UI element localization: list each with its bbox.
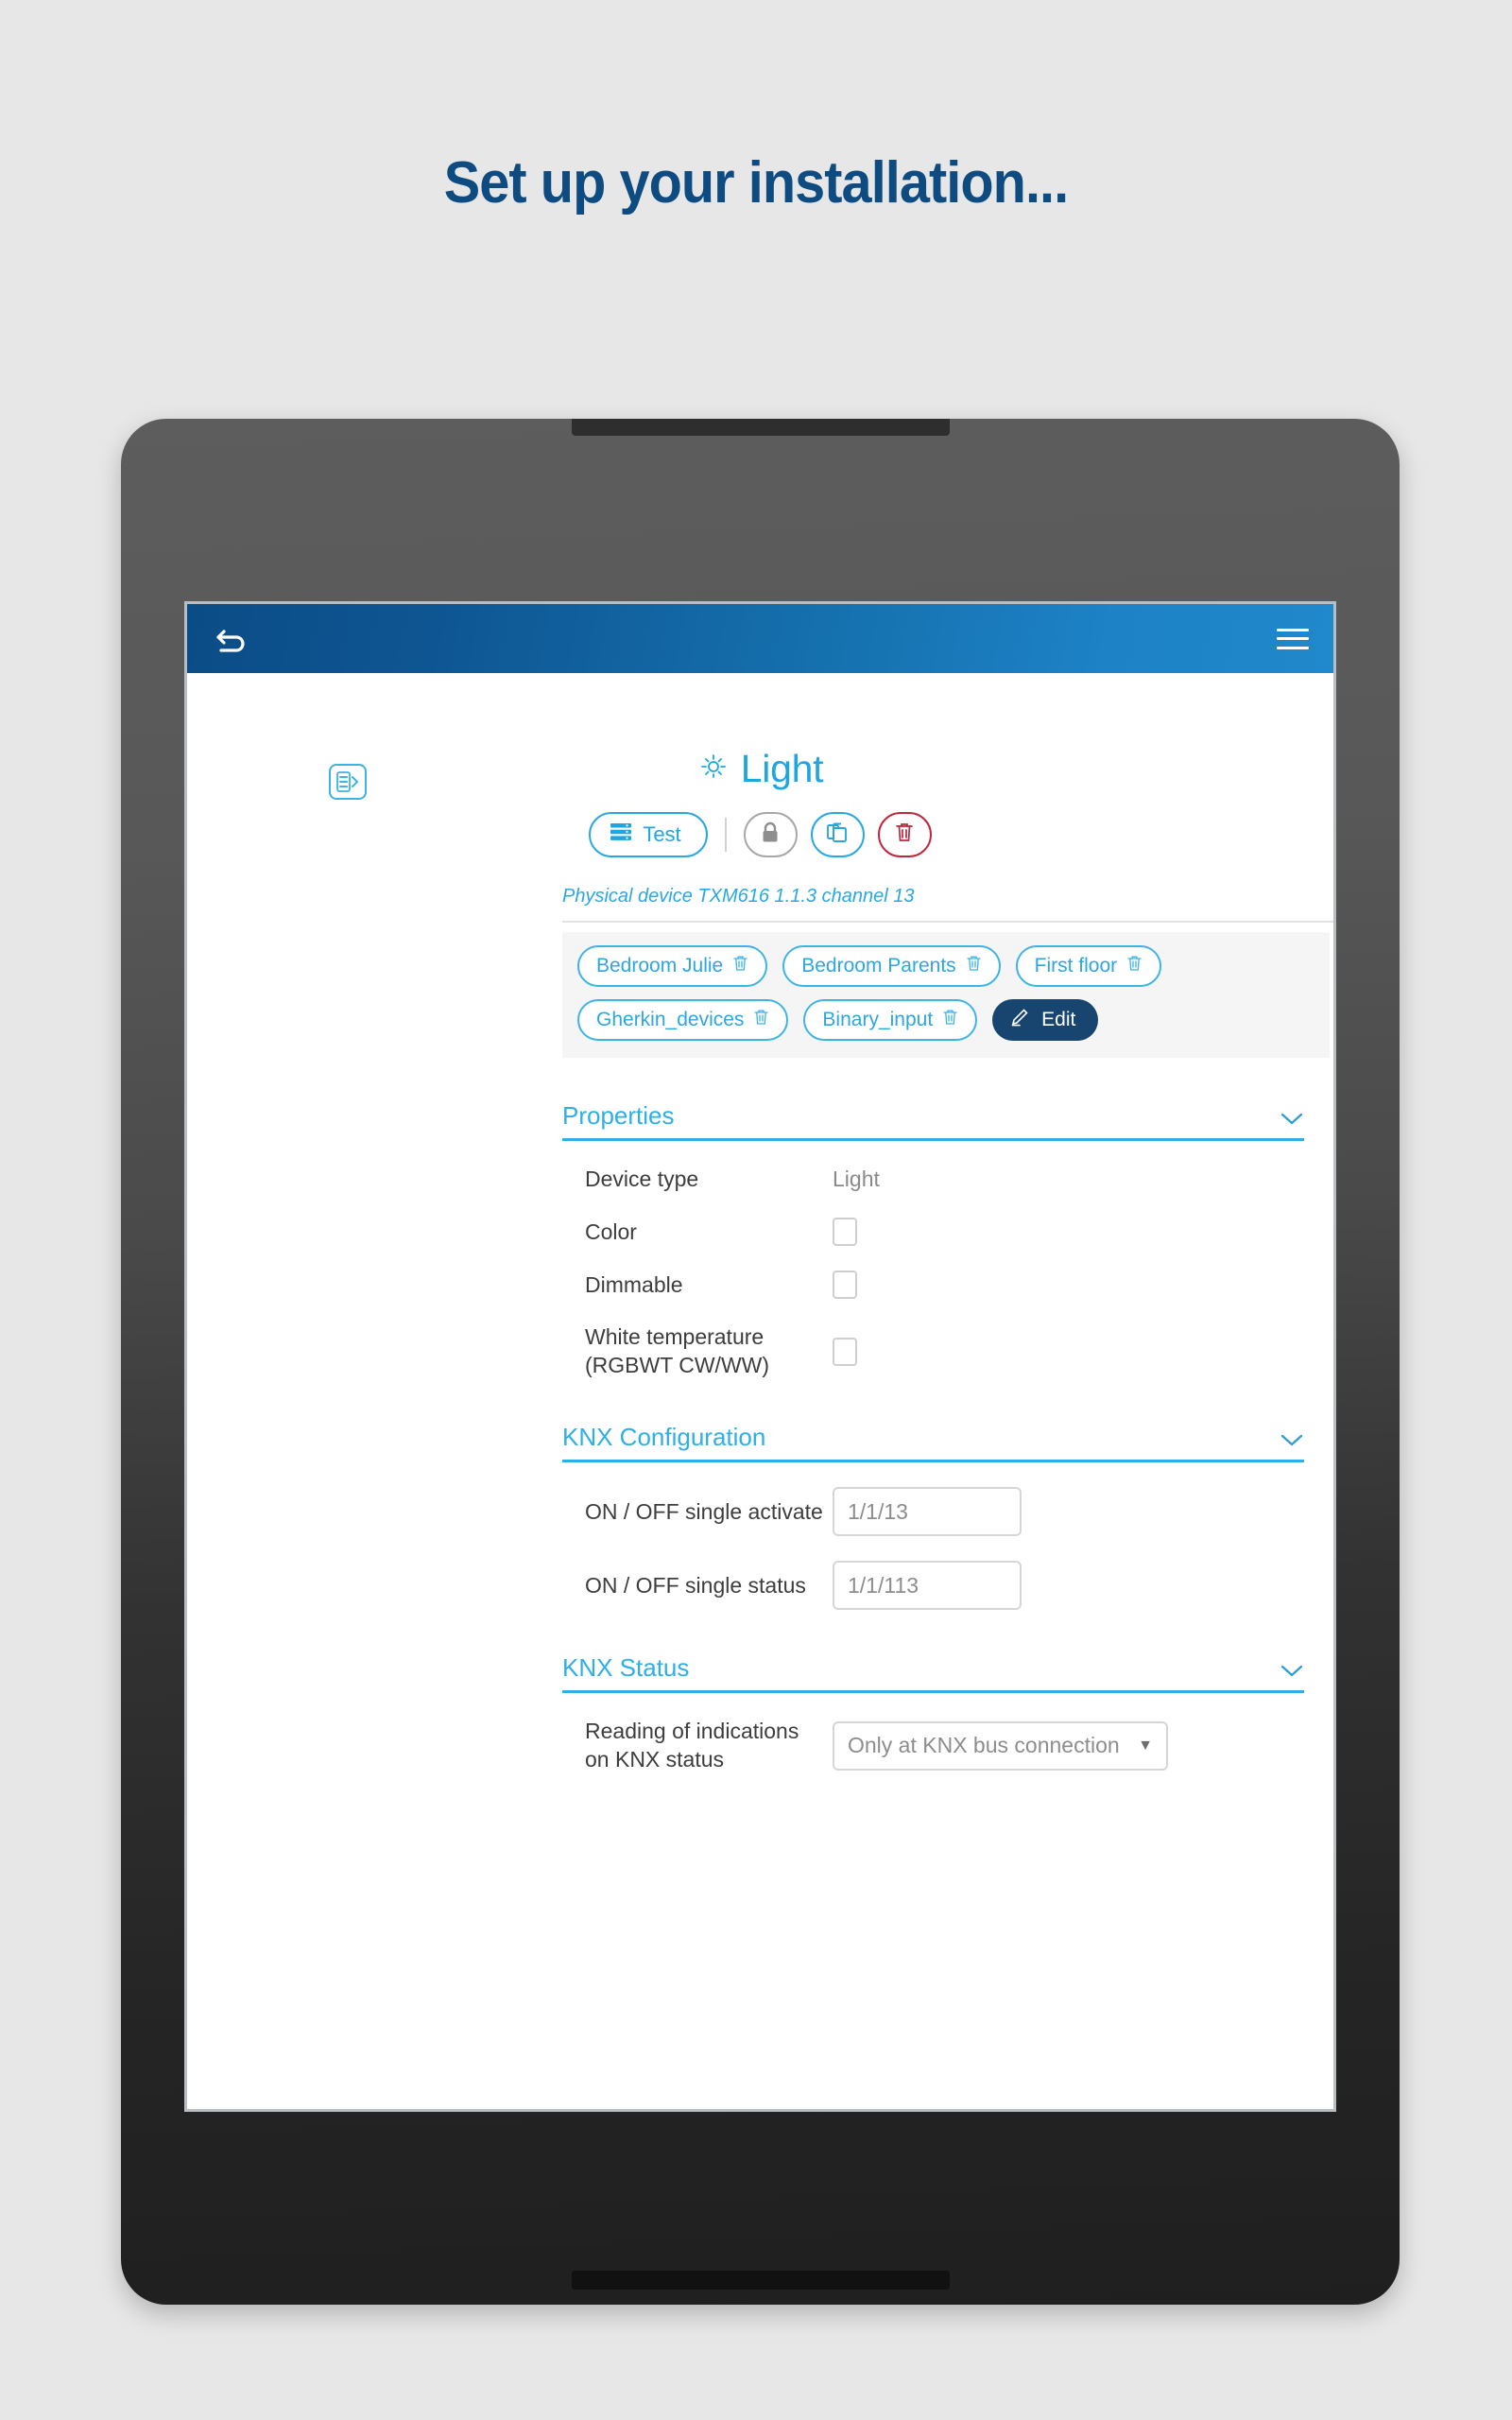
knx-status-section-header[interactable]: KNX Status: [562, 1653, 1304, 1694]
device-type-label: Device type: [585, 1167, 699, 1191]
trash-icon[interactable]: [1126, 954, 1143, 978]
device-title-text: Light: [740, 747, 824, 790]
dimmable-label: Dimmable: [585, 1271, 683, 1297]
knx-configuration-section-header[interactable]: KNX Configuration: [562, 1423, 1304, 1463]
device-action-toolbar: Test: [187, 812, 1333, 857]
on-off-activate-input[interactable]: 1/1/13: [833, 1487, 1022, 1537]
tag-label: First floor: [1034, 955, 1118, 977]
knx-configuration-section: KNX Configuration ON / OFF single activa…: [562, 1423, 1304, 1611]
knx-reading-select-value: Only at KNX bus connection: [848, 1733, 1120, 1758]
color-label: Color: [585, 1219, 637, 1244]
page-title: Set up your installation...: [443, 150, 1069, 216]
tablet-device-frame: Light Test Physical device TXM616 1.1.3 …: [121, 419, 1400, 2305]
trash-icon[interactable]: [753, 1008, 769, 1032]
dimmable-row: Dimmable: [562, 1270, 1304, 1300]
lock-icon: [759, 821, 782, 850]
on-off-activate-row: ON / OFF single activate 1/1/13: [562, 1487, 1304, 1537]
list-item[interactable]: Bedroom Parents: [782, 945, 1001, 987]
test-button[interactable]: Test: [589, 812, 708, 857]
chevron-down-icon: ▼: [1138, 1737, 1153, 1754]
trash-icon[interactable]: [732, 954, 748, 978]
trash-icon[interactable]: [942, 1008, 958, 1032]
chevron-down-icon[interactable]: [1280, 1432, 1304, 1452]
properties-section: Properties Device type Light Color Dimma…: [562, 1101, 1304, 1379]
section-title: KNX Status: [562, 1653, 690, 1683]
trash-icon: [894, 821, 915, 850]
light-sun-icon: [697, 747, 730, 791]
color-checkbox[interactable]: [833, 1218, 857, 1247]
duplicate-button[interactable]: [810, 812, 865, 857]
on-off-status-row: ON / OFF single status 1/1/113: [562, 1561, 1304, 1611]
on-off-status-label: ON / OFF single status: [585, 1572, 806, 1598]
hamburger-menu-icon[interactable]: [1277, 625, 1309, 653]
edit-button-label: Edit: [1041, 1009, 1076, 1030]
on-off-status-input[interactable]: 1/1/113: [833, 1561, 1022, 1611]
app-header-bar: [187, 604, 1333, 673]
chevron-down-icon[interactable]: [1280, 1111, 1304, 1131]
delete-button[interactable]: [877, 812, 932, 857]
device-type-value: Light: [833, 1167, 880, 1192]
white-temperature-checkbox[interactable]: [833, 1337, 857, 1366]
list-item[interactable]: Bedroom Julie: [577, 945, 768, 987]
section-title: Properties: [562, 1101, 675, 1130]
list-item[interactable]: First floor: [1015, 945, 1162, 987]
tag-label: Binary_input: [822, 1009, 934, 1030]
knx-status-section: KNX Status Reading of indications on KNX…: [562, 1653, 1304, 1773]
dimmable-checkbox[interactable]: [833, 1270, 857, 1300]
tablet-screen: Light Test Physical device TXM616 1.1.3 …: [187, 604, 1333, 2109]
list-lines-icon: [610, 821, 632, 848]
section-title: KNX Configuration: [562, 1423, 766, 1452]
trash-icon[interactable]: [966, 954, 982, 978]
tablet-bottom-speaker: [571, 2271, 950, 2290]
pencil-icon: [1009, 1007, 1030, 1033]
white-temperature-row: White temperature (RGBWT CW/WW): [562, 1323, 1304, 1379]
lock-button[interactable]: [743, 812, 798, 857]
app-content-area: Light Test Physical device TXM616 1.1.3 …: [187, 747, 1333, 1773]
physical-device-section: Physical device TXM616 1.1.3 channel 13: [187, 886, 1333, 923]
list-item[interactable]: Binary_input: [803, 999, 978, 1041]
list-item[interactable]: Gherkin_devices: [577, 999, 789, 1041]
tag-label: Bedroom Parents: [801, 955, 956, 977]
on-off-activate-label: ON / OFF single activate: [585, 1498, 823, 1524]
copy-icon: [825, 821, 850, 850]
back-arrow-icon[interactable]: [212, 620, 249, 658]
list-expand-icon[interactable]: [329, 764, 367, 800]
color-row: Color: [562, 1218, 1304, 1247]
properties-section-header[interactable]: Properties: [562, 1101, 1304, 1141]
knx-reading-label: Reading of indications on KNX status: [585, 1719, 799, 1772]
test-button-label: Test: [643, 822, 681, 846]
physical-device-label: Physical device TXM616 1.1.3 channel 13: [562, 886, 1333, 923]
white-temperature-label: White temperature (RGBWT CW/WW): [585, 1324, 770, 1377]
toolbar-divider: [724, 818, 727, 852]
knx-reading-select[interactable]: Only at KNX bus connection ▼: [833, 1720, 1168, 1771]
tags-panel: Bedroom Julie Bedroom Parents First floo…: [562, 932, 1330, 1058]
tag-label: Bedroom Julie: [596, 955, 724, 977]
device-type-row: Device type Light: [562, 1166, 1304, 1193]
chevron-down-icon[interactable]: [1280, 1663, 1304, 1683]
tablet-top-speaker: [571, 419, 950, 436]
edit-button[interactable]: Edit: [992, 999, 1099, 1041]
knx-reading-row: Reading of indications on KNX status Onl…: [562, 1718, 1304, 1773]
tag-label: Gherkin_devices: [596, 1009, 745, 1030]
